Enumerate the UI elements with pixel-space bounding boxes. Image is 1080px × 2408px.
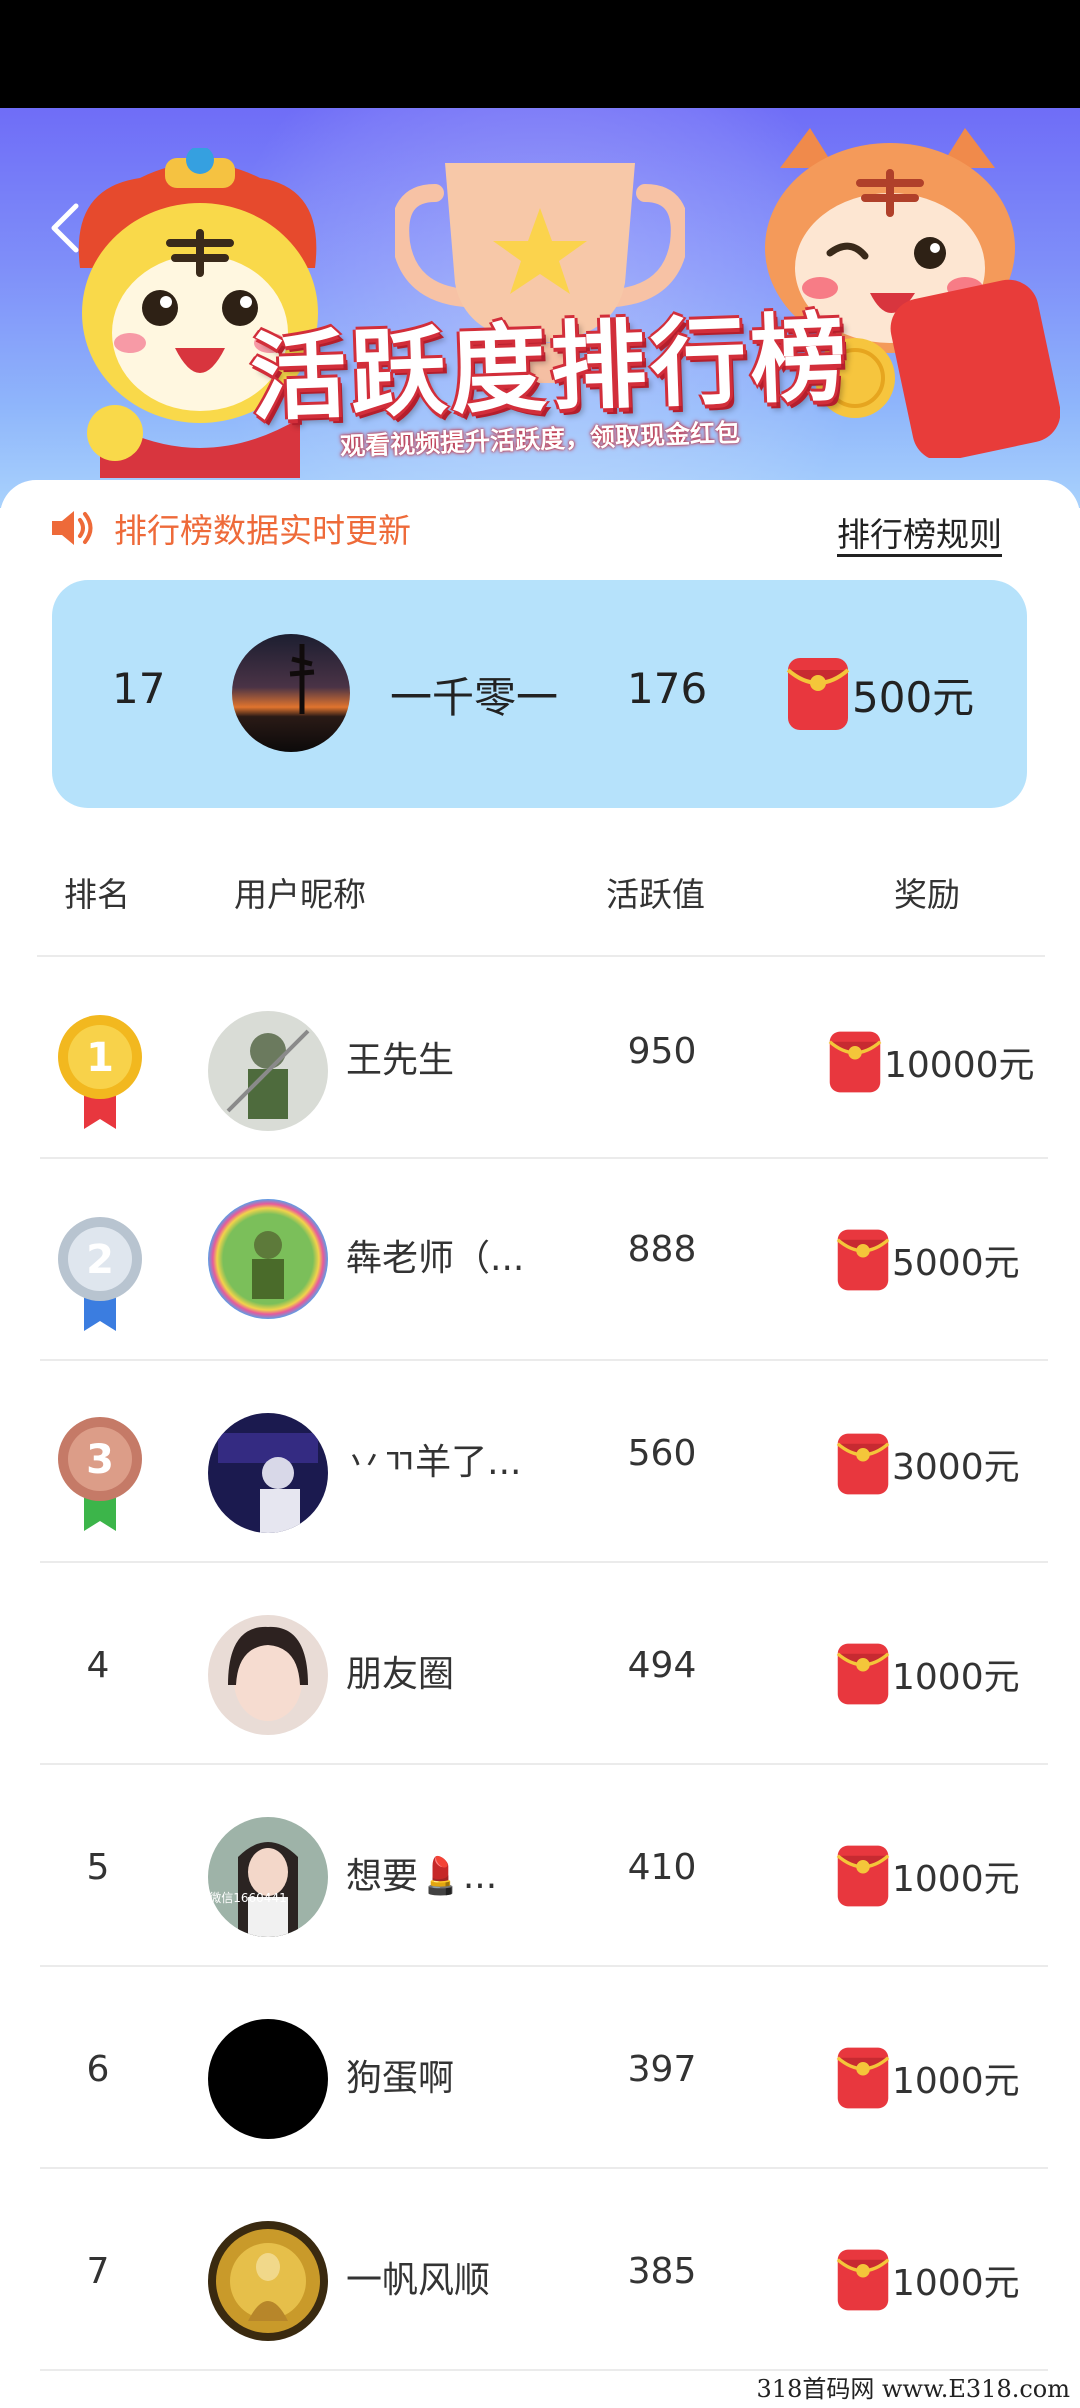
activity-score: 385 <box>627 2251 697 2292</box>
nickname: 狗蛋啊 <box>346 2058 455 2099</box>
table-row[interactable]: 6 狗蛋啊 397 1000元 <box>0 1967 1080 2169</box>
red-packet-icon <box>836 2047 890 2109</box>
reward: 10000元 <box>828 1027 1035 1097</box>
nickname: 犇老师（... <box>346 1238 525 1279</box>
bronze-medal-icon: 3 <box>58 1417 142 1531</box>
avatar <box>208 1615 328 1735</box>
red-packet-icon <box>836 1643 890 1705</box>
silver-medal-icon: 2 <box>58 1217 142 1331</box>
avatar <box>208 1011 328 1131</box>
reward: 1000元 <box>836 2043 1020 2113</box>
reward-amount: 10000元 <box>884 1045 1035 1086</box>
avatar <box>208 2019 328 2139</box>
reward: 5000元 <box>836 1225 1020 1295</box>
avatar-overlay-text: 微信1660441 <box>209 1891 286 1905</box>
activity-score: 950 <box>627 1031 697 1072</box>
nickname: 想要💄... <box>346 1856 498 1897</box>
leaderboard-header: 排名 用户昵称 活跃值 奖励 <box>0 868 1080 924</box>
rules-link[interactable]: 排行榜规则 <box>837 508 1002 556</box>
my-score: 176 <box>627 664 708 713</box>
avatar <box>208 2221 328 2341</box>
my-nickname: 一千零一 <box>390 673 559 722</box>
rank-number: 5 <box>86 1847 110 1888</box>
svg-text:2: 2 <box>86 1237 114 1283</box>
status-bar <box>0 0 1080 108</box>
my-reward-amount: 500元 <box>852 672 975 722</box>
avatar: 微信1660441 <box>208 1817 328 1937</box>
red-packet-icon <box>786 658 850 730</box>
reward: 3000元 <box>836 1429 1020 1499</box>
header-rank: 排名 <box>64 875 130 914</box>
page-title: 活跃度排行榜 <box>248 300 853 435</box>
avatar <box>208 1199 328 1319</box>
table-row[interactable]: 2 犇老师（... 888 5000元 <box>0 1159 1080 1361</box>
activity-score: 560 <box>627 1433 697 1474</box>
activity-score: 410 <box>627 1847 697 1888</box>
avatar <box>208 1413 328 1533</box>
svg-text:1: 1 <box>86 1035 114 1081</box>
red-packet-icon <box>836 2249 890 2311</box>
reward-amount: 1000元 <box>892 2263 1020 2304</box>
reward-amount: 1000元 <box>892 1657 1020 1698</box>
notice-text: 排行榜数据实时更新 <box>114 511 411 550</box>
reward: 1000元 <box>836 1639 1020 1709</box>
update-notice: 排行榜数据实时更新 <box>50 500 411 556</box>
reward-amount: 3000元 <box>892 1447 1020 1488</box>
table-row[interactable]: 3 丷ㄲ羊了... 560 3000元 <box>0 1361 1080 1563</box>
reward-amount: 5000元 <box>892 1243 1020 1284</box>
red-packet-icon <box>836 1229 890 1291</box>
activity-score: 494 <box>627 1645 697 1686</box>
header-reward: 奖励 <box>894 875 960 914</box>
table-row[interactable]: 1 王先生 950 10000元 <box>0 957 1080 1159</box>
table-row[interactable]: 7 一帆风顺 385 1000元 <box>0 2169 1080 2371</box>
reward: 1000元 <box>836 2245 1020 2315</box>
my-reward: 500元 <box>786 654 974 734</box>
activity-score: 397 <box>627 2049 697 2090</box>
gold-medal-icon: 1 <box>58 1015 142 1129</box>
red-packet-icon <box>828 1031 882 1093</box>
rank-number: 6 <box>86 2049 110 2090</box>
rank-number: 7 <box>86 2251 110 2292</box>
speaker-icon <box>52 511 93 545</box>
reward: 1000元 <box>836 1841 1020 1911</box>
table-row[interactable]: 5 微信1660441 想要💄... 410 1000元 <box>0 1765 1080 1967</box>
table-row[interactable]: 4 朋友圈 494 1000元 <box>0 1563 1080 1765</box>
nickname: 王先生 <box>346 1040 455 1081</box>
nickname: 朋友圈 <box>346 1654 455 1695</box>
red-packet-icon <box>836 1433 890 1495</box>
red-packet-icon <box>836 1845 890 1907</box>
activity-score: 888 <box>627 1229 697 1270</box>
header-nickname: 用户昵称 <box>234 875 366 914</box>
rank-number: 4 <box>86 1645 110 1686</box>
nickname: 一帆风顺 <box>346 2260 491 2301</box>
my-avatar <box>232 634 350 752</box>
reward-amount: 1000元 <box>892 1859 1020 1900</box>
watermark: 318首码网 www.E318.com <box>756 2375 1070 2403</box>
banner: 活跃度排行榜 观看视频提升活跃度，领取现金红包 <box>0 108 1080 508</box>
reward-amount: 1000元 <box>892 2061 1020 2102</box>
my-rank-number: 17 <box>112 664 166 713</box>
nickname: 丷ㄲ羊了... <box>346 1442 522 1483</box>
header-activity: 活跃值 <box>606 875 705 914</box>
svg-text:3: 3 <box>86 1437 114 1483</box>
